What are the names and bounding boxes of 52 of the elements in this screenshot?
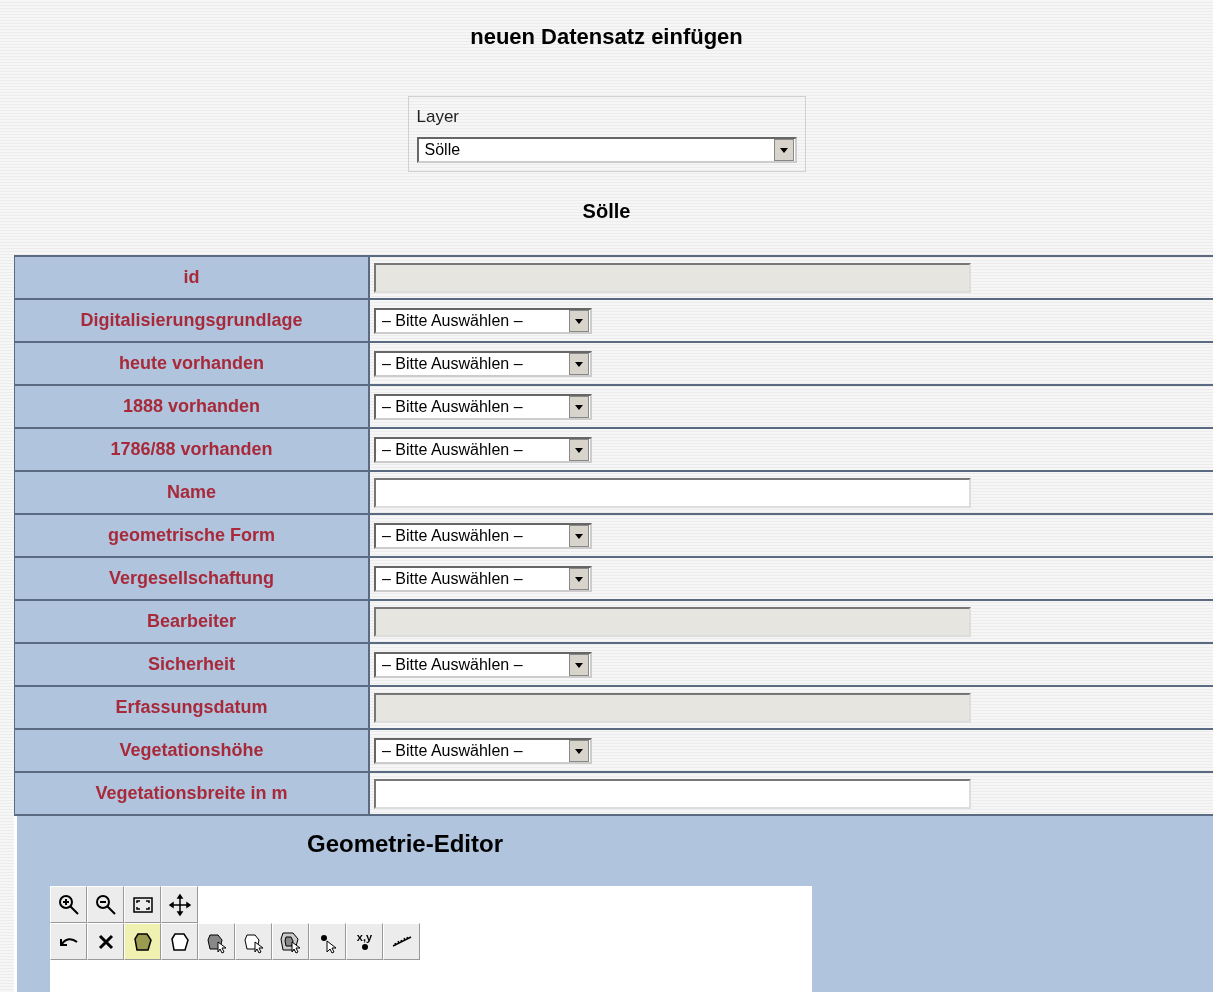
move-arrows-icon xyxy=(167,892,192,917)
field-label: Erfassungsdatum xyxy=(14,687,370,728)
select-field[interactable]: – Bitte Auswählen – xyxy=(374,565,592,592)
select-field[interactable]: – Bitte Auswählen – xyxy=(374,651,592,678)
field-label: Digitalisierungsgrundlage xyxy=(14,300,370,341)
magnifier-plus-icon xyxy=(56,892,81,917)
tool-button[interactable] xyxy=(272,923,309,960)
select-field[interactable]: – Bitte Auswählen – xyxy=(374,522,592,549)
field-label: Layer xyxy=(416,107,461,127)
field-label: Name xyxy=(14,472,370,513)
field-label: Vergesellschaftung xyxy=(14,558,370,599)
select-field[interactable]: – Bitte Auswählen – xyxy=(374,436,592,463)
select-field[interactable]: – Bitte Auswählen – xyxy=(374,307,592,334)
tool-button[interactable] xyxy=(198,923,235,960)
tool-button[interactable] xyxy=(235,923,272,960)
tool-button[interactable] xyxy=(87,923,124,960)
editor-title: Geometrie-Editor xyxy=(307,830,505,858)
magnifier-minus-icon xyxy=(93,892,118,917)
tool-button[interactable] xyxy=(309,923,346,960)
tool-button[interactable] xyxy=(124,886,161,923)
field-label: 1888 vorhanden xyxy=(14,386,370,427)
tool-button[interactable] xyxy=(50,923,87,960)
tool-button[interactable] xyxy=(124,923,161,960)
layer-select[interactable]: Sölle xyxy=(416,137,797,163)
readonly-field[interactable] xyxy=(374,692,971,723)
field-label: Vegetationshöhe xyxy=(14,730,370,771)
readonly-field[interactable] xyxy=(374,606,971,637)
field-label: geometrische Form xyxy=(14,515,370,556)
select-field[interactable]: – Bitte Auswählen – xyxy=(374,737,592,764)
undo-arrow-icon xyxy=(59,937,78,946)
input-field[interactable] xyxy=(374,477,971,508)
section-title: Sölle xyxy=(582,200,631,223)
field-label: Bearbeiter xyxy=(14,601,370,642)
field-label: Vegetationsbreite in m xyxy=(14,773,370,814)
ring-cursor-icon xyxy=(278,929,303,954)
readonly-field[interactable] xyxy=(374,262,971,293)
tool-button[interactable] xyxy=(87,886,124,923)
field-label: id xyxy=(14,257,370,298)
tool-button[interactable] xyxy=(383,923,420,960)
tool-button[interactable]: x,y xyxy=(346,923,383,960)
tool-button[interactable] xyxy=(161,886,198,923)
field-label: heute vorhanden xyxy=(14,343,370,384)
page-title: neuen Datensatz einfügen xyxy=(470,24,743,50)
tool-button[interactable] xyxy=(161,923,198,960)
tool-button[interactable] xyxy=(50,886,87,923)
select-field[interactable]: – Bitte Auswählen – xyxy=(374,393,592,420)
dot-icon xyxy=(360,943,369,951)
ruler-icon xyxy=(391,936,412,947)
field-label: 1786/88 vorhanden xyxy=(14,429,370,470)
input-field[interactable] xyxy=(374,778,971,809)
select-field[interactable]: – Bitte Auswählen – xyxy=(374,350,592,377)
field-label: Sicherheit xyxy=(14,644,370,685)
